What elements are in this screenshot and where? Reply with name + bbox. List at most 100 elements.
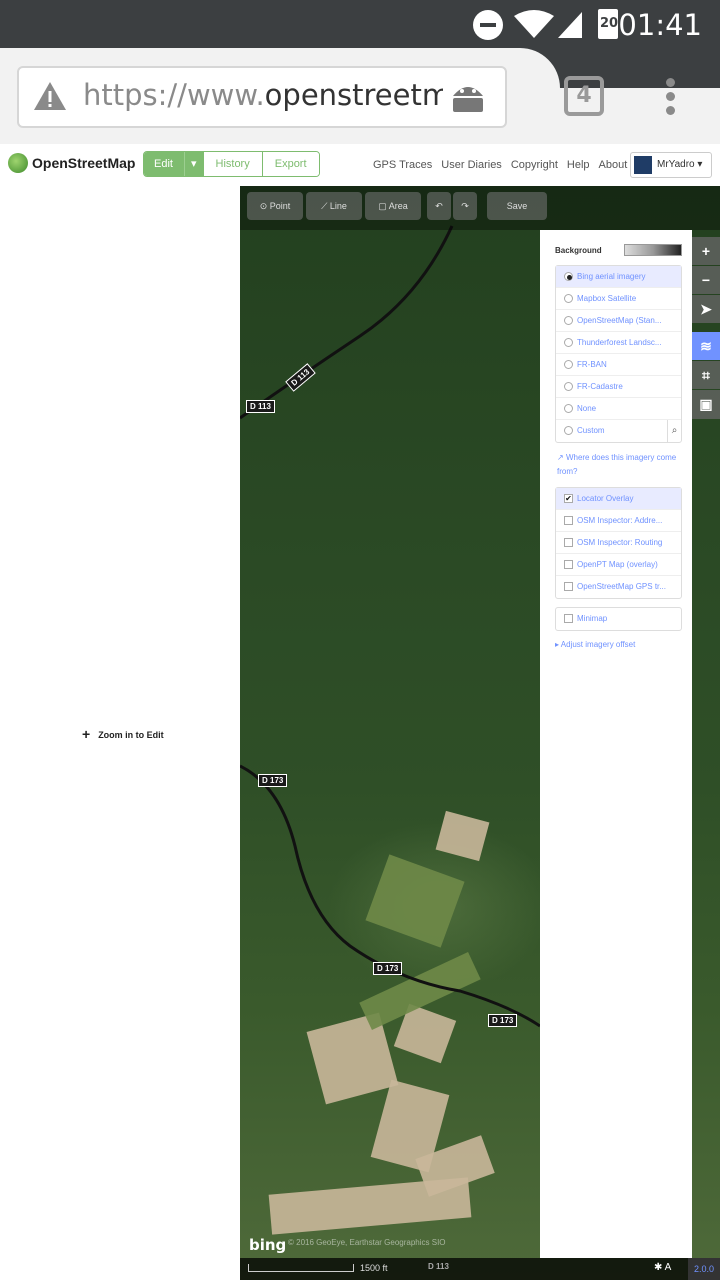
overlay-option[interactable]: OSM Inspector: Routing [556,532,681,554]
nav-gps-traces[interactable]: GPS Traces [373,159,432,171]
roads-layer [240,225,540,1028]
nav-copyright[interactable]: Copyright [511,159,558,171]
user-name: MrYadro [657,159,695,170]
add-line-button[interactable]: ⟋ Line [306,192,362,220]
url-domain: openstreetma [264,78,443,112]
where-link-label: Where does this imagery come from? [557,453,677,476]
url-prefix: https://www. [83,78,265,112]
osm-magnifier-icon [8,153,28,173]
imagery-option-custom[interactable]: Custom ⌕ [556,420,681,442]
opacity-slider[interactable] [624,244,682,256]
imagery-label: Custom [577,426,605,435]
redo-icon[interactable]: ↷ [453,192,477,220]
radio-icon [564,316,573,325]
checkbox-icon [564,538,573,547]
road-label: D 173 [258,774,288,787]
imagery-option[interactable]: FR-BAN [556,354,681,376]
avatar [634,156,652,174]
nav-user-diaries[interactable]: User Diaries [441,159,502,171]
nav-help[interactable]: Help [567,159,590,171]
android-icon[interactable] [449,80,487,114]
zoom-out-button[interactable]: − [692,266,720,294]
road-label: D 173 [488,1014,518,1027]
scale-bar[interactable] [248,1264,354,1272]
editor-toolbar: ⊙ Point ⟋ Line ▢ Area ↶ ↷ Save [240,186,720,230]
imagery-label: Thunderforest Landsc... [577,338,662,347]
battery-level: 20 [600,16,619,31]
imagery-attribution: © 2016 GeoEye, Earthstar Geographics SIO [288,1238,446,1247]
signal-icon [558,12,582,38]
adjust-offset-link[interactable]: ▸ Adjust imagery offset [555,638,635,652]
zoom-in-button[interactable]: + [692,237,720,265]
undo-icon[interactable]: ↶ [427,192,451,220]
radio-icon [564,404,573,413]
radio-icon [564,360,573,369]
search-icon[interactable]: ⌕ [667,420,681,442]
radio-icon [564,382,573,391]
minimap-toggle[interactable]: Minimap [556,608,681,630]
overlay-option[interactable]: OpenPT Map (overlay) [556,554,681,576]
checkbox-icon [564,614,573,623]
checkbox-icon [564,560,573,569]
history-button[interactable]: History [203,152,263,176]
geolocate-icon[interactable]: ➤ [692,295,720,323]
clock: 01:41 [618,8,702,42]
overlay-label: Locator Overlay [577,494,634,503]
overlay-option[interactable]: OpenStreetMap GPS tr... [556,576,681,598]
checkbox-icon [564,582,573,591]
area-label: Area [388,201,408,211]
background-panel: Background Bing aerial imagery Mapbox Sa… [540,230,692,1258]
background-title: Background [555,246,602,255]
add-point-button[interactable]: ⊙ Point [247,192,303,220]
address-bar[interactable]: https://www.openstreetma [17,66,507,128]
status-bar: 20 01:41 [0,0,720,48]
road-label: D 173 [373,962,403,975]
tab-switcher-button[interactable]: 4 [564,76,604,116]
imagery-label: None [577,404,597,413]
overlay-label: OpenPT Map (overlay) [577,560,658,569]
road-label: D 113 [246,400,275,413]
zoom-to-edit-label: Zoom in to Edit [98,730,164,740]
zoom-to-edit-button[interactable]: + Zoom in to Edit [82,726,164,742]
imagery-option[interactable]: FR-Cadastre [556,376,681,398]
map-data-icon[interactable]: ⌗ [692,361,720,389]
overlay-option[interactable]: OSM Inspector: Addre... [556,510,681,532]
imagery-option[interactable]: None [556,398,681,420]
edit-dropdown-caret[interactable]: ▾ [183,152,204,176]
battery-icon: 20 [598,9,618,39]
add-area-button[interactable]: ▢ Area [365,192,421,220]
export-button[interactable]: Export [262,152,319,176]
url-text[interactable]: https://www.openstreetma [83,78,443,112]
imagery-option[interactable]: Thunderforest Landsc... [556,332,681,354]
warning-icon [34,82,66,110]
map-footer: 1500 ft D 113 ✱ A 2.0.0 [240,1258,720,1280]
bug-report-icon[interactable]: ✱ A [654,1262,671,1273]
point-label: Point [269,201,291,211]
imagery-label: Bing aerial imagery [577,272,646,281]
version-label[interactable]: 2.0.0 [688,1258,720,1280]
user-menu[interactable]: MrYadro ▾ [630,152,712,178]
imagery-option[interactable]: OpenStreetMap (Stan... [556,310,681,332]
external-link-icon: ↗ [557,453,564,462]
imagery-option[interactable]: Mapbox Satellite [556,288,681,310]
overlay-list: ✔ Locator Overlay OSM Inspector: Addre...… [555,487,682,599]
overflow-menu-icon[interactable] [666,78,678,118]
nav-about[interactable]: About [599,159,628,171]
edit-button[interactable]: Edit [144,152,184,176]
minimap-label: Minimap [577,614,608,623]
imagery-option[interactable]: Bing aerial imagery [556,266,681,288]
overlay-option[interactable]: ✔ Locator Overlay [556,488,681,510]
radio-icon [564,426,573,435]
osm-logo[interactable]: OpenStreetMap [8,153,135,173]
save-button[interactable]: Save [487,192,547,220]
background-layers-icon[interactable]: ≋ [692,332,720,360]
help-icon[interactable]: ▣ [692,390,720,419]
adjust-offset-label: Adjust imagery offset [560,640,636,649]
imagery-label: FR-Cadastre [577,382,623,391]
overlay-label: OSM Inspector: Routing [577,538,663,547]
edit-button-group: Edit ▾ History Export [143,151,320,177]
brand-name: OpenStreetMap [32,155,136,171]
imagery-label: FR-BAN [577,360,607,369]
imagery-source-link[interactable]: ↗ Where does this imagery come from? [557,451,682,479]
checkbox-icon [564,516,573,525]
